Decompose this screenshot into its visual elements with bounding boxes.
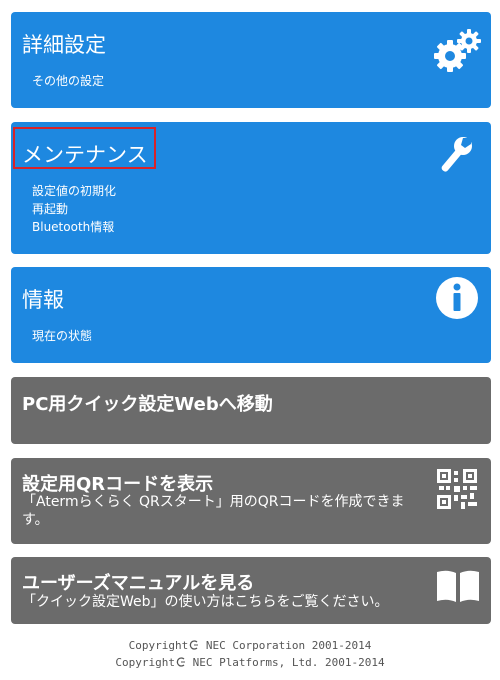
- advanced-settings-title: 詳細設定: [22, 33, 106, 57]
- pc-web-card[interactable]: PC用クイック設定Webへ移動: [11, 377, 491, 444]
- pc-web-title: PC用クイック設定Webへ移動: [22, 394, 273, 415]
- copyright-label-2: Copyright: [115, 656, 175, 669]
- info-title: 情報: [22, 288, 64, 312]
- maintenance-card[interactable]: メンテナンス 設定値の初期化 再起動 Bluetooth情報: [11, 122, 491, 254]
- gears-icon: [434, 29, 481, 72]
- wrench-icon: [441, 137, 472, 172]
- manual-description: 「クイック設定Web」の使い方はこちらをご覧ください。: [22, 594, 389, 610]
- qr-code-description: 「Atermらくらく QRスタート」用のQRコードを作成できます。: [22, 494, 405, 528]
- info-card[interactable]: 情報 現在の状態: [11, 267, 491, 363]
- maintenance-item-reset[interactable]: 設定値の初期化: [32, 182, 116, 199]
- copyright-label-1: Copyright: [128, 639, 189, 652]
- maintenance-item-reboot[interactable]: 再起動: [32, 200, 68, 217]
- copyright-symbol-icon: [189, 640, 199, 650]
- qr-code-icon: [437, 469, 477, 509]
- copyright-nec-corporation: Copyright NEC Corporation 2001-2014: [0, 639, 500, 652]
- maintenance-title: メンテナンス: [22, 143, 148, 167]
- advanced-settings-card[interactable]: 詳細設定 その他の設定: [11, 12, 491, 108]
- qr-code-card[interactable]: 設定用QRコードを表示 「Atermらくらく QRスタート」用のQRコードを作成…: [11, 458, 491, 544]
- copyright-holder-1: NEC Corporation 2001-2014: [199, 639, 372, 652]
- manual-title: ユーザーズマニュアルを見る: [22, 573, 255, 594]
- maintenance-item-bluetooth[interactable]: Bluetooth情報: [32, 218, 114, 235]
- copyright-nec-platforms: Copyright NEC Platforms, Ltd. 2001-2014: [0, 656, 500, 669]
- info-item-status[interactable]: 現在の状態: [32, 327, 92, 344]
- advanced-settings-item-other[interactable]: その他の設定: [32, 72, 104, 89]
- book-icon: [437, 570, 479, 602]
- copyright-holder-2: NEC Platforms, Ltd. 2001-2014: [185, 656, 385, 669]
- info-icon: [436, 277, 478, 319]
- copyright-symbol-icon: [176, 657, 185, 667]
- manual-card[interactable]: ユーザーズマニュアルを見る 「クイック設定Web」の使い方はこちらをご覧ください…: [11, 557, 491, 624]
